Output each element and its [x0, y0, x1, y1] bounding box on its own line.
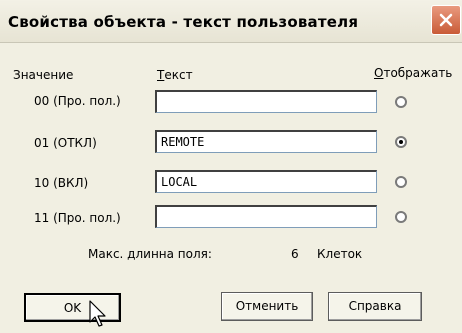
- text-field-01[interactable]: REMOTE: [155, 130, 377, 153]
- max-length-label: Макс. длинна поля:: [88, 247, 212, 261]
- display-column-header: Отображать: [374, 66, 453, 80]
- row-label-10: 10 (ВКЛ): [34, 176, 89, 190]
- row-label-11: 11 (Про. пол.): [34, 211, 121, 225]
- cancel-button[interactable]: Отменить: [221, 292, 313, 321]
- text-column-header: Текст: [157, 68, 193, 82]
- mouse-pointer-icon: [89, 300, 106, 327]
- display-radio-01[interactable]: [395, 136, 407, 148]
- value-column-header: Значение: [13, 68, 74, 82]
- display-radio-10[interactable]: [395, 176, 407, 188]
- max-length-value: 6: [291, 247, 299, 261]
- close-icon: [439, 13, 453, 27]
- close-button[interactable]: [431, 5, 461, 35]
- dialog-window: Свойства объекта - текст пользователя Зн…: [0, 0, 462, 333]
- display-radio-00[interactable]: [395, 96, 407, 108]
- help-button[interactable]: Справка: [328, 292, 422, 321]
- row-label-00: 00 (Про. пол.): [34, 94, 121, 108]
- row-label-01: 01 (ОТКЛ): [34, 136, 97, 150]
- max-length-unit: Клеток: [317, 247, 363, 261]
- text-field-11[interactable]: [155, 205, 377, 228]
- text-field-00[interactable]: [155, 90, 377, 113]
- dialog-title: Свойства объекта - текст пользователя: [8, 13, 359, 31]
- title-bar: Свойства объекта - текст пользователя: [0, 0, 462, 43]
- display-radio-11[interactable]: [395, 211, 407, 223]
- text-field-10[interactable]: LOCAL: [155, 170, 377, 193]
